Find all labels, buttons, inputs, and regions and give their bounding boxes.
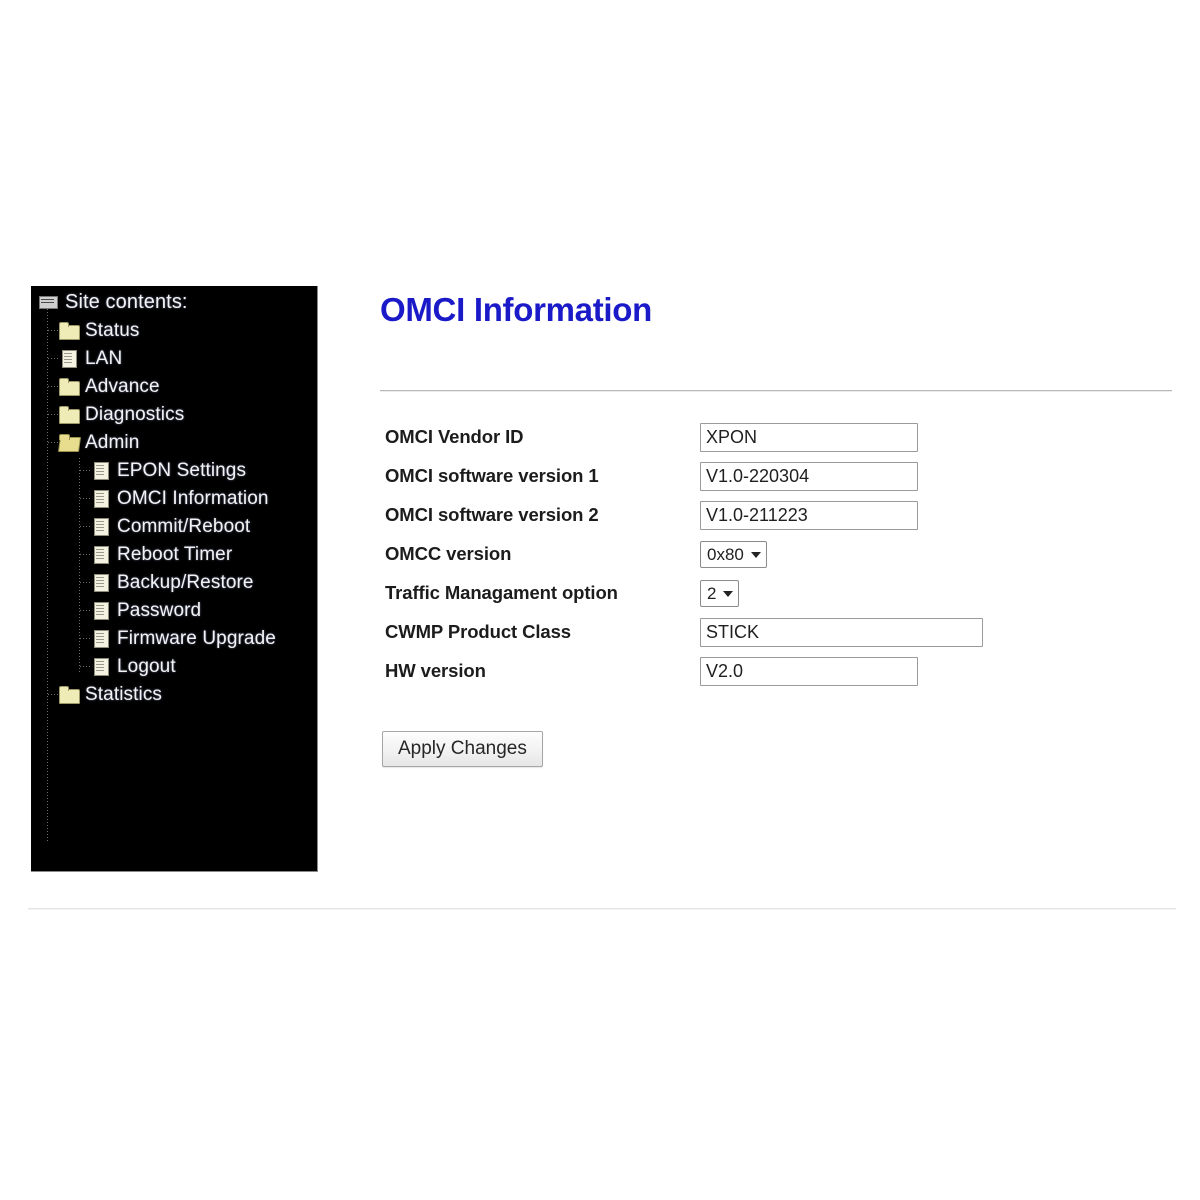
sidebar-item-lan[interactable]: LAN bbox=[31, 344, 317, 372]
sidebar-item-diagnostics[interactable]: Diagnostics bbox=[31, 400, 317, 428]
page-icon bbox=[91, 490, 110, 508]
sidebar-item-label: LAN bbox=[85, 347, 123, 369]
label-traffic-managament-option: Traffic Managament option bbox=[385, 582, 618, 604]
sidebar-item-reboot-timer[interactable]: Reboot Timer bbox=[31, 540, 317, 568]
sidebar-item-status[interactable]: Status bbox=[31, 316, 317, 344]
label-cwmp-product-class: CWMP Product Class bbox=[385, 621, 571, 643]
sidebar-item-firmware-upgrade[interactable]: Firmware Upgrade bbox=[31, 624, 317, 652]
sidebar-site-contents-tree: Site contents: Status LAN Advance Diagnosti… bbox=[31, 286, 318, 872]
form-row-traffic-managament-option: Traffic Managament option 2 bbox=[385, 574, 1175, 613]
sidebar-item-commit-reboot[interactable]: Commit/Reboot bbox=[31, 512, 317, 540]
tree-elbow-connector bbox=[80, 526, 90, 527]
omci-settings-form: OMCI Vendor ID OMCI software version 1 OMC… bbox=[385, 418, 1175, 691]
header-divider bbox=[380, 390, 1172, 391]
sidebar-item-label: EPON Settings bbox=[117, 459, 247, 481]
form-row-omci-software-version-1: OMCI software version 1 bbox=[385, 457, 1175, 496]
tree-elbow-connector bbox=[80, 638, 90, 639]
input-omci-software-version-1[interactable] bbox=[700, 462, 918, 491]
select-value-omcc-version: 0x80 bbox=[707, 545, 744, 564]
page-icon bbox=[59, 350, 78, 368]
folder-icon bbox=[59, 378, 80, 396]
page-icon bbox=[91, 574, 110, 592]
form-row-omci-software-version-2: OMCI software version 2 bbox=[385, 496, 1175, 535]
form-row-omci-vendor-id: OMCI Vendor ID bbox=[385, 418, 1175, 457]
tree-elbow-connector bbox=[80, 582, 90, 583]
page-title: OMCI Information bbox=[380, 291, 653, 328]
tree-elbow-connector bbox=[48, 386, 58, 387]
sidebar-item-label: Logout bbox=[117, 655, 176, 677]
input-omci-vendor-id[interactable] bbox=[700, 423, 918, 452]
sidebar-item-label: Firmware Upgrade bbox=[117, 627, 276, 649]
sidebar-item-label: Status bbox=[85, 319, 140, 341]
input-hw-version[interactable] bbox=[700, 657, 918, 686]
tree-elbow-connector bbox=[48, 694, 58, 695]
select-traffic-managament-option[interactable]: 2 bbox=[700, 580, 740, 607]
input-omci-software-version-2[interactable] bbox=[700, 501, 918, 530]
form-row-hw-version: HW version bbox=[385, 652, 1175, 691]
chevron-down-icon bbox=[723, 591, 734, 597]
sidebar-item-statistics[interactable]: Statistics bbox=[31, 680, 317, 708]
folder-icon bbox=[59, 406, 80, 424]
page-icon bbox=[91, 546, 110, 564]
page-icon bbox=[91, 630, 110, 648]
form-row-cwmp-product-class: CWMP Product Class bbox=[385, 613, 1175, 652]
sidebar-item-label: Password bbox=[117, 599, 202, 621]
sidebar-item-label: Backup/Restore bbox=[117, 571, 254, 593]
tree-elbow-connector bbox=[48, 330, 58, 331]
sidebar-item-omci-information[interactable]: OMCI Information bbox=[31, 484, 317, 512]
label-omcc-version: OMCC version bbox=[385, 543, 512, 565]
router-admin-page: Site contents: Status LAN Advance Diagnosti… bbox=[0, 0, 1200, 1200]
tree-elbow-connector bbox=[80, 470, 90, 471]
sidebar-item-label: OMCI Information bbox=[117, 487, 269, 509]
sidebar-item-label: Admin bbox=[85, 431, 140, 453]
tree-elbow-connector bbox=[80, 666, 90, 667]
sidebar-item-label: Advance bbox=[85, 375, 160, 397]
sidebar-item-list: Status LAN Advance Diagnostics Admin EPON Set… bbox=[31, 316, 317, 708]
sidebar-root-label: Site contents: bbox=[65, 291, 188, 313]
folder-icon bbox=[59, 322, 80, 340]
sidebar-root-site-contents: Site contents: bbox=[31, 288, 317, 316]
page-icon bbox=[91, 658, 110, 676]
input-cwmp-product-class[interactable] bbox=[700, 618, 983, 647]
form-row-omcc-version: OMCC version 0x80 bbox=[385, 535, 1175, 574]
sidebar-item-logout[interactable]: Logout bbox=[31, 652, 317, 680]
sidebar-item-label: Reboot Timer bbox=[117, 543, 233, 565]
sidebar-item-label: Diagnostics bbox=[85, 403, 185, 425]
sidebar-item-admin[interactable]: Admin bbox=[31, 428, 317, 456]
sidebar-item-label: Statistics bbox=[85, 683, 163, 705]
sidebar-item-advance[interactable]: Advance bbox=[31, 372, 317, 400]
folder-icon bbox=[59, 686, 80, 704]
sidebar-item-epon-settings[interactable]: EPON Settings bbox=[31, 456, 317, 484]
page-icon bbox=[91, 462, 110, 480]
label-omci-vendor-id: OMCI Vendor ID bbox=[385, 426, 524, 448]
sidebar-item-password[interactable]: Password bbox=[31, 596, 317, 624]
tree-elbow-connector bbox=[48, 414, 58, 415]
tree-elbow-connector bbox=[80, 610, 90, 611]
select-value-traffic-managament-option: 2 bbox=[707, 584, 717, 603]
label-omci-software-version-2: OMCI software version 2 bbox=[385, 504, 599, 526]
tree-root-icon bbox=[39, 294, 58, 310]
chevron-down-icon bbox=[750, 552, 761, 558]
label-hw-version: HW version bbox=[385, 660, 486, 682]
label-omci-software-version-1: OMCI software version 1 bbox=[385, 465, 599, 487]
tree-elbow-connector bbox=[80, 554, 90, 555]
apply-changes-button[interactable]: Apply Changes bbox=[382, 731, 543, 767]
sidebar-item-label: Commit/Reboot bbox=[117, 515, 251, 537]
page-icon bbox=[91, 518, 110, 536]
tree-elbow-connector bbox=[48, 442, 58, 443]
folder-open-icon bbox=[59, 434, 78, 450]
page-icon bbox=[91, 602, 110, 620]
sidebar-item-backup-restore[interactable]: Backup/Restore bbox=[31, 568, 317, 596]
main-content: OMCI Information OMCI Vendor ID OMCI soft… bbox=[380, 286, 1180, 767]
apply-changes-row: Apply Changes bbox=[382, 731, 543, 767]
select-omcc-version[interactable]: 0x80 bbox=[700, 541, 767, 568]
page-bottom-divider bbox=[28, 908, 1176, 909]
tree-elbow-connector bbox=[80, 498, 90, 499]
tree-elbow-connector bbox=[48, 358, 58, 359]
